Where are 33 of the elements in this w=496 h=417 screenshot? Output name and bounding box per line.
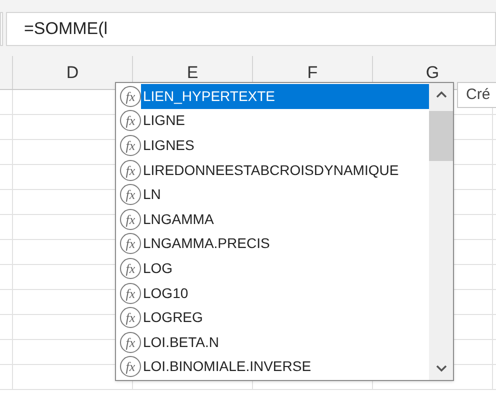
function-item[interactable]: LIEN_HYPERTEXTE xyxy=(141,84,429,109)
function-item[interactable]: LOG10 xyxy=(141,280,429,306)
scrollbar[interactable] xyxy=(429,83,453,380)
function-icon: fx xyxy=(120,258,141,279)
function-icon: fx xyxy=(120,233,141,254)
function-icon: fx xyxy=(120,208,141,230)
function-item[interactable]: LOGREG xyxy=(141,305,429,330)
function-icon: fx xyxy=(120,184,141,206)
function-item[interactable]: LNGAMMA.PRECIS xyxy=(141,232,429,256)
column-header[interactable]: F xyxy=(307,60,318,86)
function-icon: fx xyxy=(120,134,141,156)
formula-input-field[interactable]: =SOMME(l xyxy=(6,12,496,46)
column-header[interactable]: G xyxy=(426,60,440,86)
function-icon: fx xyxy=(120,110,141,132)
function-icon: fx xyxy=(120,307,141,328)
column-header[interactable]: D xyxy=(66,60,79,86)
function-icon: fx xyxy=(120,356,141,378)
function-item[interactable]: LOI.BINOMIALE.INVERSE xyxy=(141,354,429,380)
function-icon: fx xyxy=(120,160,141,181)
function-item[interactable]: LIREDONNEESTABCROISDYNAMIQUE xyxy=(141,158,429,182)
scroll-up-icon[interactable] xyxy=(436,91,446,98)
scrollbar-thumb[interactable] xyxy=(429,111,453,161)
tooltip: Cré xyxy=(457,82,496,108)
function-icon: fx xyxy=(120,282,141,304)
function-item[interactable]: LN xyxy=(141,182,429,207)
function-item[interactable]: LOG xyxy=(141,256,429,281)
column-header[interactable]: E xyxy=(186,60,198,86)
function-item[interactable]: LIGNES xyxy=(141,133,429,158)
function-icon: fx xyxy=(120,332,141,353)
function-item[interactable]: LNGAMMA xyxy=(141,206,429,232)
function-item[interactable]: LIGNE xyxy=(141,108,429,134)
function-item[interactable]: LOI.BETA.N xyxy=(141,330,429,355)
scroll-down-icon[interactable] xyxy=(436,365,446,372)
